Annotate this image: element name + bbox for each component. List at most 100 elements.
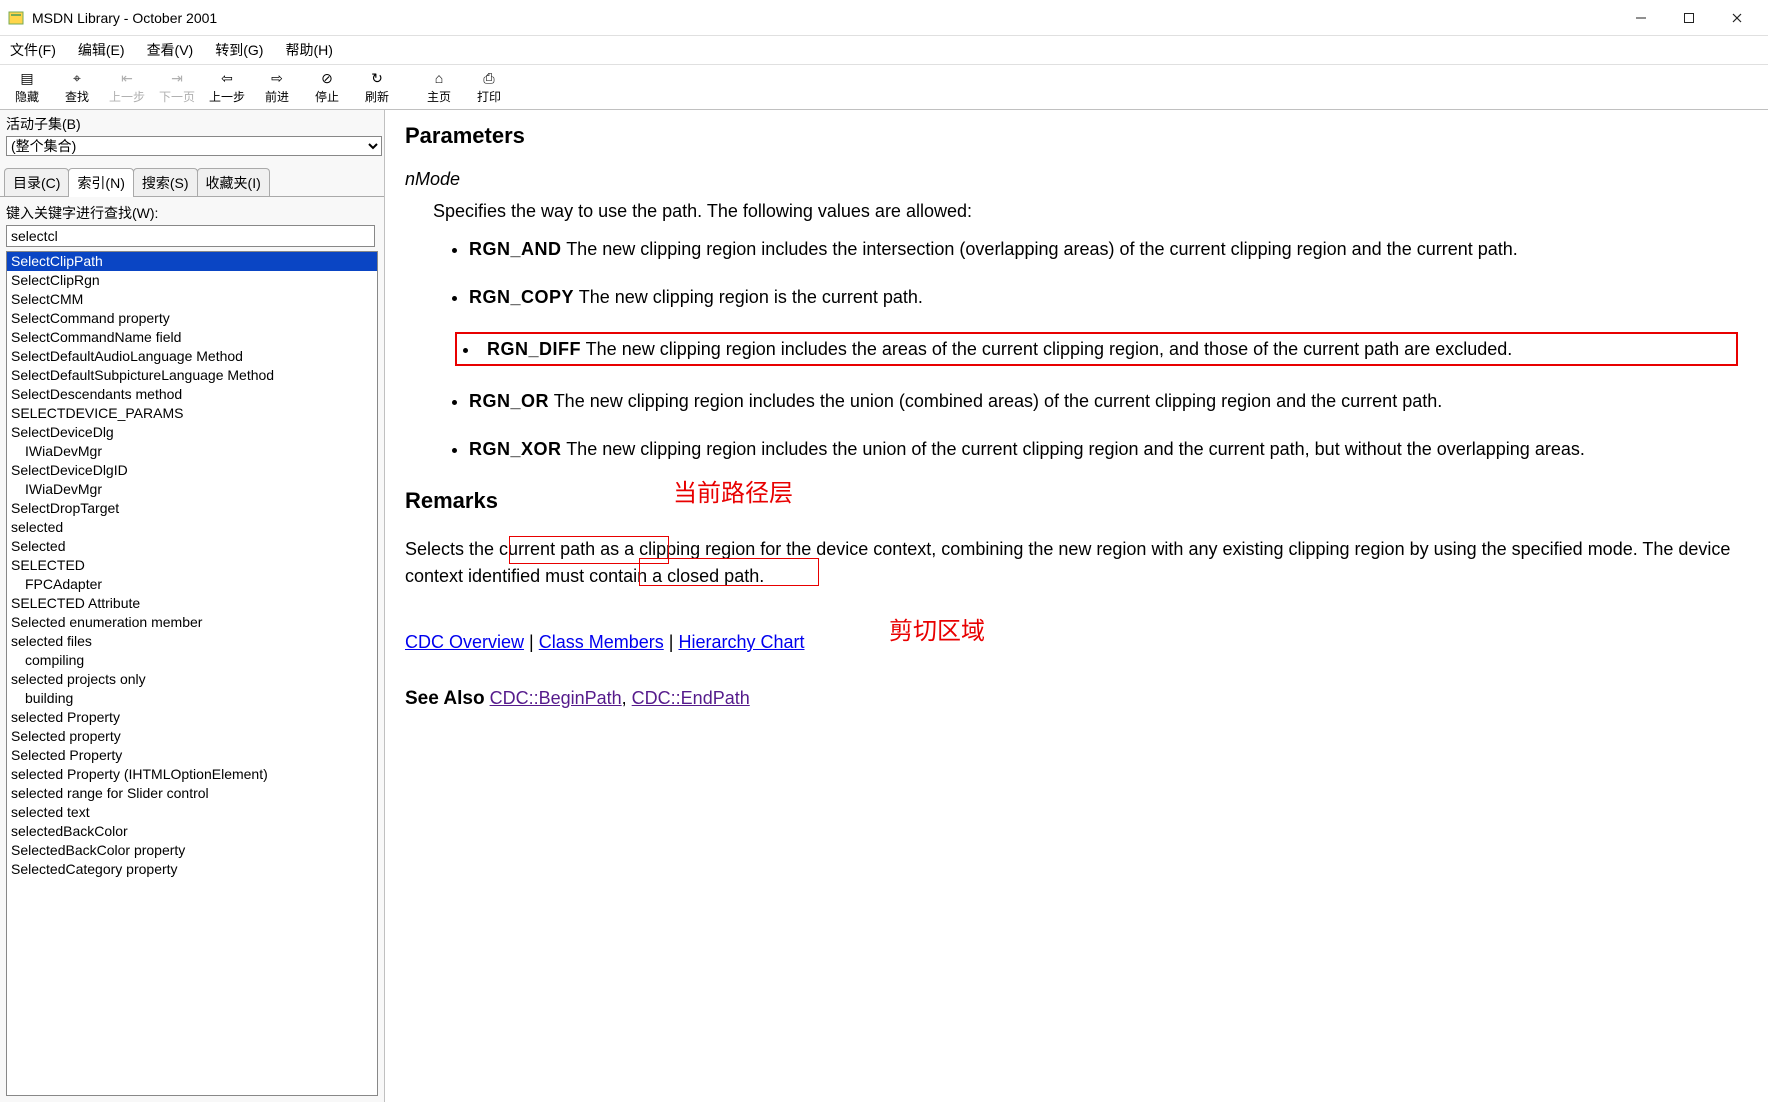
index-item[interactable]: selected projects only [7,670,377,689]
link-class-members[interactable]: Class Members [539,632,664,652]
index-item[interactable]: Selected [7,537,377,556]
minimize-button[interactable] [1618,3,1664,33]
home-icon: ⌂ [435,69,443,87]
index-item[interactable]: IWiaDevMgr [7,442,377,461]
index-item[interactable]: SELECTED Attribute [7,594,377,613]
index-item[interactable]: selected [7,518,377,537]
index-item[interactable]: selected Property [7,708,377,727]
remarks-body: Selects the current path as a clipping r… [405,536,1738,588]
index-item[interactable]: Selected property [7,727,377,746]
nav-tab-1[interactable]: 索引(N) [68,168,133,197]
index-item[interactable]: SelectDefaultSubpictureLanguage Method [7,366,377,385]
index-item[interactable]: SelectDefaultAudioLanguage Method [7,347,377,366]
nav-tab-0[interactable]: 目录(C) [4,168,69,197]
menu-help[interactable]: 帮助(H) [281,38,336,62]
index-item[interactable]: SelectDropTarget [7,499,377,518]
toolbar-label: 打印 [477,88,501,105]
next-page-icon: ⇥ [171,69,183,87]
toolbar-home-icon[interactable]: ⌂主页 [414,67,464,107]
content-pane[interactable]: Parameters nMode Specifies the way to us… [385,110,1768,1102]
index-item[interactable]: selected text [7,803,377,822]
options-list: RGN_AND The new clipping region includes… [469,236,1738,462]
menubar: 文件(F) 编辑(E) 查看(V) 转到(G) 帮助(H) [0,36,1768,65]
maximize-button[interactable] [1666,3,1712,33]
link-endpath[interactable]: CDC::EndPath [632,688,750,708]
index-item[interactable]: SelectDeviceDlg [7,423,377,442]
option-const: RGN_DIFF [487,339,581,359]
param-name: nMode [405,166,1738,192]
index-item[interactable]: SelectedCategory property [7,860,377,879]
index-item[interactable]: selected range for Slider control [7,784,377,803]
toolbar-hide-icon[interactable]: ▤隐藏 [2,67,52,107]
heading-see-also: See Also [405,688,485,709]
app-icon [8,10,24,26]
index-item[interactable]: SelectCommandName field [7,328,377,347]
see-also-row: See Also CDC::BeginPath, CDC::EndPath [405,685,1738,713]
toolbar-refresh-icon[interactable]: ↻刷新 [352,67,402,107]
option-desc: The new clipping region includes the are… [581,339,1512,359]
forward-icon: ⇨ [271,69,283,87]
index-item[interactable]: SELECTED [7,556,377,575]
menu-file[interactable]: 文件(F) [6,38,60,62]
close-button[interactable] [1714,3,1760,33]
titlebar: MSDN Library - October 2001 [0,0,1768,36]
param-intro: Specifies the way to use the path. The f… [433,198,1738,224]
toolbar-forward-icon[interactable]: ⇨前进 [252,67,302,107]
link-cdc-overview[interactable]: CDC Overview [405,632,524,652]
index-item[interactable]: SELECTDEVICE_PARAMS [7,404,377,423]
toolbar-next-page-icon: ⇥下一页 [152,67,202,107]
heading-parameters: Parameters [405,120,1738,152]
refresh-icon: ↻ [371,69,383,87]
index-item[interactable]: building [7,689,377,708]
index-item[interactable]: selectedBackColor [7,822,377,841]
link-beginpath[interactable]: CDC::BeginPath [490,688,622,708]
link-hierarchy-chart[interactable]: Hierarchy Chart [678,632,804,652]
prev-icon: ⇦ [221,69,233,87]
index-item[interactable]: Selected enumeration member [7,613,377,632]
print-icon: ⎙ [483,69,494,87]
index-item[interactable]: FPCAdapter [7,575,377,594]
option-desc: The new clipping region includes the uni… [549,391,1442,411]
index-item[interactable]: selected files [7,632,377,651]
option-const: RGN_OR [469,391,549,411]
option-item: RGN_AND The new clipping region includes… [469,236,1738,262]
toolbar-back-step-icon: ⇤上一步 [102,67,152,107]
index-item[interactable]: SelectDescendants method [7,385,377,404]
option-desc: The new clipping region is the current p… [574,287,923,307]
index-item[interactable]: Selected Property [7,746,377,765]
index-list[interactable]: SelectClipPathSelectClipRgnSelectCMMSele… [6,251,378,1096]
menu-edit[interactable]: 编辑(E) [74,38,129,62]
index-item[interactable]: SelectedBackColor property [7,841,377,860]
toolbar-locate-icon[interactable]: ⌖查找 [52,67,102,107]
index-item[interactable]: SelectCommand property [7,309,377,328]
nav-tab-2[interactable]: 搜索(S) [133,168,198,197]
toolbar-label: 查找 [65,88,89,105]
index-item[interactable]: SelectCMM [7,290,377,309]
option-item: RGN_OR The new clipping region includes … [469,388,1738,414]
index-item[interactable]: SelectClipPath [7,252,377,271]
annotation-clip-region: 剪切区域 [889,615,985,650]
menu-view[interactable]: 查看(V) [143,38,198,62]
nav-tab-3[interactable]: 收藏夹(I) [197,168,270,197]
toolbar-stop-icon[interactable]: ⊘停止 [302,67,352,107]
nav-tabbar: 目录(C)索引(N)搜索(S)收藏夹(I) [0,162,384,197]
heading-remarks: Remarks [405,485,1738,517]
toolbar: ▤隐藏⌖查找⇤上一步⇥下一页⇦上一步⇨前进⊘停止↻刷新⌂主页⎙打印 [0,65,1768,110]
index-search-label: 键入关键字进行查找(W): [0,197,384,225]
toolbar-prev-icon[interactable]: ⇦上一步 [202,67,252,107]
option-const: RGN_AND [469,239,562,259]
index-item[interactable]: SelectClipRgn [7,271,377,290]
subset-label: 活动子集(B) [0,110,384,136]
menu-goto[interactable]: 转到(G) [211,38,267,62]
index-item[interactable]: SelectDeviceDlgID [7,461,377,480]
index-item[interactable]: selected Property (IHTMLOptionElement) [7,765,377,784]
option-const: RGN_XOR [469,439,562,459]
subset-select[interactable]: (整个集合) [6,136,382,156]
toolbar-label: 隐藏 [15,88,39,105]
index-search-input[interactable] [6,225,375,247]
toolbar-print-icon[interactable]: ⎙打印 [464,67,514,107]
index-item[interactable]: IWiaDevMgr [7,480,377,499]
index-item[interactable]: compiling [7,651,377,670]
locate-icon: ⌖ [73,69,81,87]
stop-icon: ⊘ [321,69,333,87]
